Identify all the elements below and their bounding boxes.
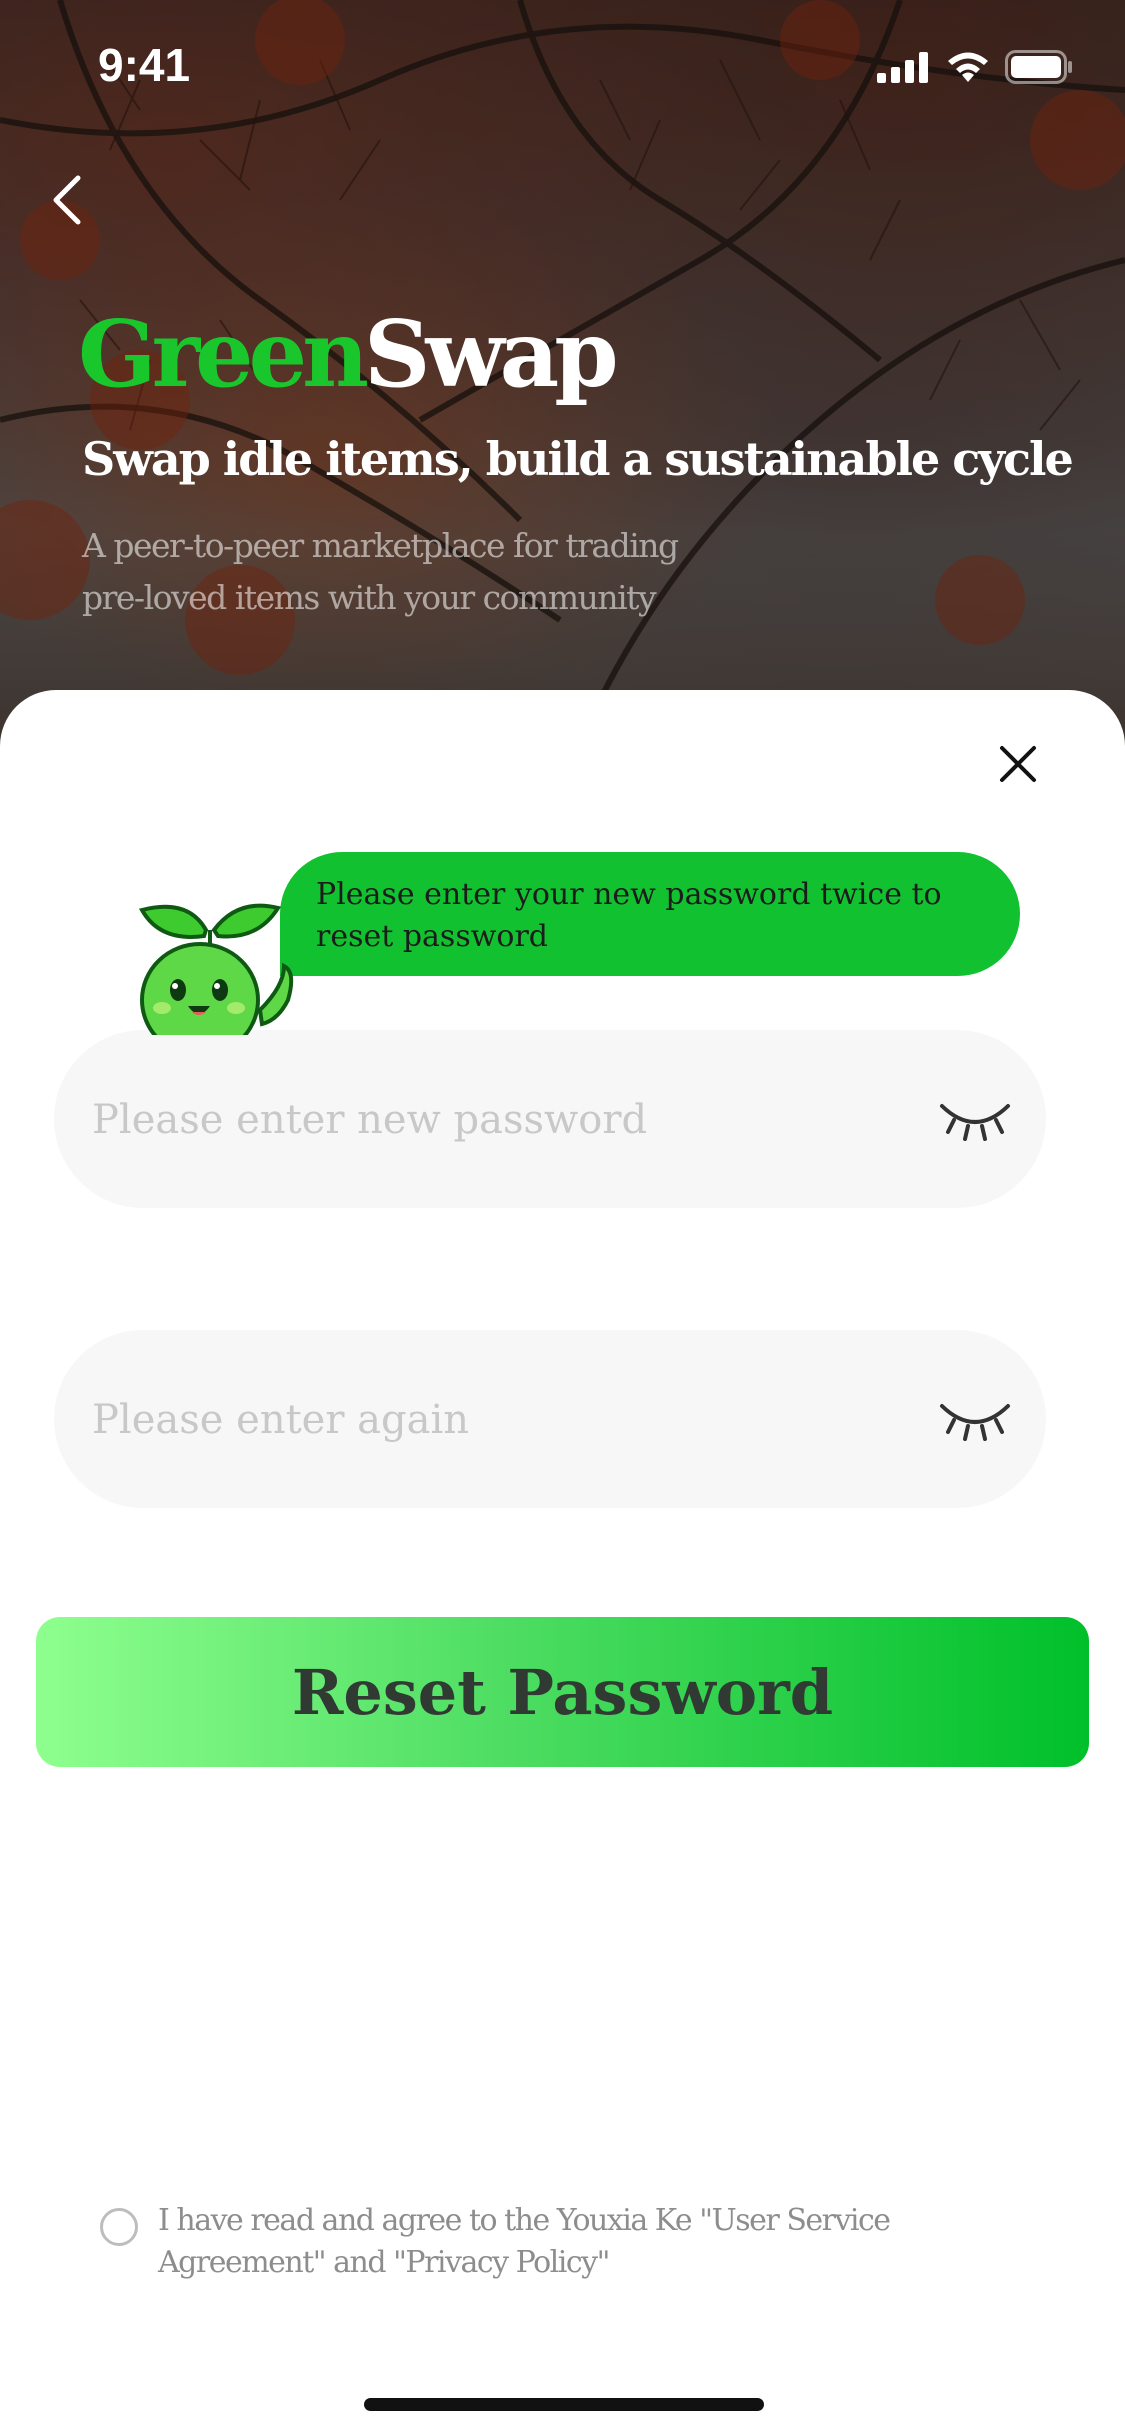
description-line-1: A peer-to-peer marketplace for trading [82, 526, 679, 565]
mascot-sprout [138, 903, 294, 1035]
confirm-password-field[interactable] [54, 1330, 1046, 1510]
brand-green: Green [78, 300, 369, 408]
new-password-field[interactable] [54, 1030, 1046, 1210]
instruction-bubble: Please enter your new password twice to … [280, 852, 1020, 976]
brand-swap: Swap [364, 300, 619, 408]
battery-icon [1005, 50, 1072, 84]
brand-logo: GreenSwap [78, 300, 619, 408]
confirm-password-input[interactable] [90, 1330, 914, 1510]
agreement-text[interactable]: I have read and agree to the Youxia Ke "… [158, 2200, 1000, 2284]
new-password-input[interactable] [90, 1030, 914, 1210]
reset-password-button[interactable]: Reset Password [36, 1617, 1089, 1767]
signal-icon [877, 52, 928, 83]
tagline: Swap idle items, build a sustainable cyc… [82, 432, 1074, 486]
status-time: 9:41 [98, 39, 191, 91]
agreement-radio[interactable] [100, 2208, 138, 2246]
back-chevron-icon[interactable] [48, 170, 88, 230]
status-icons [877, 50, 1073, 84]
description-line-2: pre-loved items with your community [82, 578, 657, 617]
agreement-row: I have read and agree to the Youxia Ke "… [100, 2200, 1000, 2284]
wifi-icon [948, 52, 988, 82]
eye-closed-icon[interactable] [938, 1396, 1012, 1442]
close-icon[interactable] [994, 740, 1042, 788]
status-bar: 9:41 [0, 0, 1125, 130]
description: A peer-to-peer marketplace for trading p… [82, 520, 782, 624]
home-indicator[interactable] [364, 2398, 764, 2411]
eye-closed-icon[interactable] [938, 1096, 1012, 1142]
